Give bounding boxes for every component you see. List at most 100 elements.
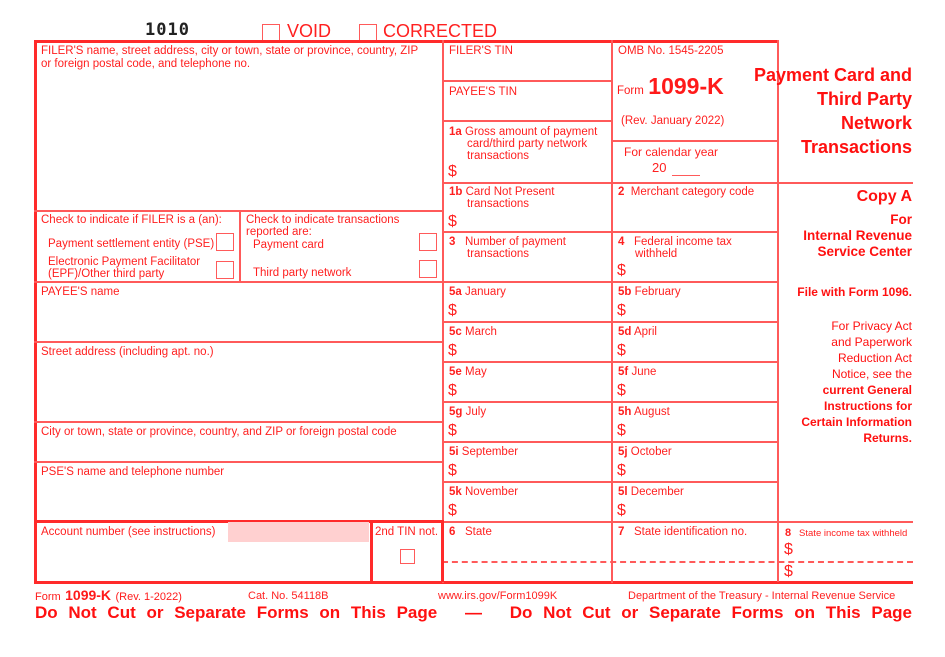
box-1a-label: 1a Gross amount of payment	[449, 126, 597, 138]
cat-number: Cat. No. 54118B	[248, 590, 329, 602]
box-6-input-1[interactable]	[445, 540, 608, 559]
warning-text-left: Do Not Cut or Separate Forms on This Pag…	[35, 603, 438, 622]
box-5d-input[interactable]	[631, 341, 773, 359]
box-8-text: State income tax withheld	[799, 528, 908, 539]
box-8-dollar-2: $	[784, 563, 793, 580]
payee-name-label: PAYEE'S name	[41, 286, 120, 298]
filer-tin-label: FILER'S TIN	[449, 45, 513, 57]
form-title: Payment Card and Third Party Network Tra…	[754, 63, 912, 159]
city-field[interactable]	[38, 440, 438, 458]
box-8-input-2[interactable]	[797, 564, 911, 580]
box-5l-label: 5l December	[618, 486, 684, 498]
box-1a-label-cont: card/third party network	[467, 138, 588, 150]
box-5d-number: 5d	[618, 326, 632, 338]
privacy-line: Notice, see the	[831, 367, 912, 381]
box-2-label: 2 Merchant category code	[618, 186, 754, 198]
pse-name-field[interactable]	[38, 480, 438, 518]
box-7-input-2[interactable]	[615, 564, 774, 580]
file-with-1096: File with Form 1096.	[797, 285, 912, 299]
box-1a-number: 1a	[449, 126, 462, 138]
box-5f-input[interactable]	[631, 381, 773, 399]
box-5l-number: 5l	[618, 486, 628, 498]
box-5e-number: 5e	[449, 366, 462, 378]
box-3-input[interactable]	[445, 262, 608, 279]
form-word: Form	[617, 85, 644, 97]
box-5j-month: October	[630, 446, 672, 458]
box-5k-month: November	[465, 486, 519, 498]
box-1b-input[interactable]	[462, 212, 608, 229]
box-5j-number: 5j	[618, 446, 628, 458]
box-5b-input[interactable]	[631, 301, 773, 319]
account-number-input[interactable]	[228, 522, 369, 542]
payment-card-checkbox[interactable]	[419, 233, 437, 251]
form-title-line: Payment Card and	[753, 65, 912, 85]
box-2-input[interactable]	[615, 200, 774, 228]
pse-checkbox[interactable]	[216, 233, 234, 251]
box-5l-input[interactable]	[631, 501, 773, 519]
box-5c-input[interactable]	[462, 341, 607, 359]
footer-rev: (Rev. 1-2022)	[115, 591, 182, 603]
box-5h-number: 5h	[618, 406, 632, 418]
box-5e-input[interactable]	[462, 381, 607, 399]
box-5l-dollar: $	[617, 502, 626, 519]
box-4-label-cont: withheld	[635, 248, 678, 260]
box-5b-dollar: $	[617, 302, 626, 319]
box-3-label-cont: transactions	[467, 248, 530, 260]
box-4-input[interactable]	[631, 262, 774, 279]
box-8-input-1[interactable]	[797, 540, 911, 559]
box-3-label: 3 Number of payment	[449, 236, 566, 248]
box-5l-month: December	[630, 486, 684, 498]
payee-tin-field[interactable]	[445, 99, 608, 118]
privacy-bold-line: Instructions for	[823, 399, 912, 413]
filer-name-label: FILER'S name, street address, city or to…	[41, 45, 419, 57]
box-5j-dollar: $	[617, 462, 626, 479]
box-5i-number: 5i	[449, 446, 459, 458]
account-number-label: Account number (see instructions)	[41, 526, 216, 538]
box-8-number: 8	[785, 527, 792, 539]
epf-checkbox[interactable]	[216, 261, 234, 279]
calendar-year-input[interactable]	[672, 163, 700, 176]
street-address-field[interactable]	[38, 360, 438, 418]
warning-text-right: Do Not Cut or Separate Forms on This Pag…	[509, 603, 912, 622]
second-tin-checkbox[interactable]	[400, 549, 415, 564]
box-5a-input[interactable]	[462, 301, 607, 319]
box-1a-input[interactable]	[462, 163, 608, 180]
privacy-bold-line: Certain Information	[801, 415, 912, 429]
filer-tin-field[interactable]	[445, 58, 608, 78]
payee-tin-label: PAYEE'S TIN	[449, 86, 518, 98]
box-5g-input[interactable]	[462, 421, 607, 439]
box-5h-label: 5h August	[618, 406, 670, 418]
footer-form-word: Form	[35, 591, 61, 603]
box-4-text: Federal income tax	[634, 236, 732, 248]
city-label: City or town, state or province, country…	[41, 426, 397, 438]
revision-date: (Rev. January 2022)	[621, 115, 725, 127]
box-5j-label: 5j October	[618, 446, 672, 458]
box-5b-month: February	[634, 286, 681, 298]
box-5a-label: 5a January	[449, 286, 506, 298]
filer-name-field[interactable]	[38, 72, 438, 207]
do-not-cut-warning: Do Not Cut or Separate Forms on This Pag…	[35, 603, 912, 623]
box-5g-label: 5g July	[449, 406, 486, 418]
copy-a-for-line: Internal Revenue	[803, 228, 912, 243]
box-7-input-1[interactable]	[615, 540, 774, 559]
box-5h-input[interactable]	[631, 421, 773, 439]
omb-number: OMB No. 1545-2205	[618, 45, 724, 57]
box-5i-input[interactable]	[462, 461, 607, 479]
box-5b-label: 5b February	[618, 286, 681, 298]
box-5a-month: January	[465, 286, 506, 298]
box-5d-label: 5d April	[618, 326, 657, 338]
box-6-input-2[interactable]	[445, 564, 608, 580]
epf-label-cont: (EPF)/Other third party	[48, 268, 165, 280]
street-address-label: Street address (including apt. no.)	[41, 346, 214, 358]
box-5c-number: 5c	[449, 326, 462, 338]
box-7-number: 7	[618, 526, 625, 538]
box-5k-input[interactable]	[462, 501, 607, 519]
payee-name-field[interactable]	[38, 300, 438, 338]
box-1a-text: Gross amount of payment	[465, 126, 598, 138]
box-1b-dollar: $	[448, 213, 457, 230]
box-1a-dollar: $	[448, 163, 457, 180]
box-5j-input[interactable]	[631, 461, 773, 479]
third-party-checkbox[interactable]	[419, 260, 437, 278]
box-1b-number: 1b	[449, 186, 463, 198]
void-label: VOID	[287, 21, 332, 41]
